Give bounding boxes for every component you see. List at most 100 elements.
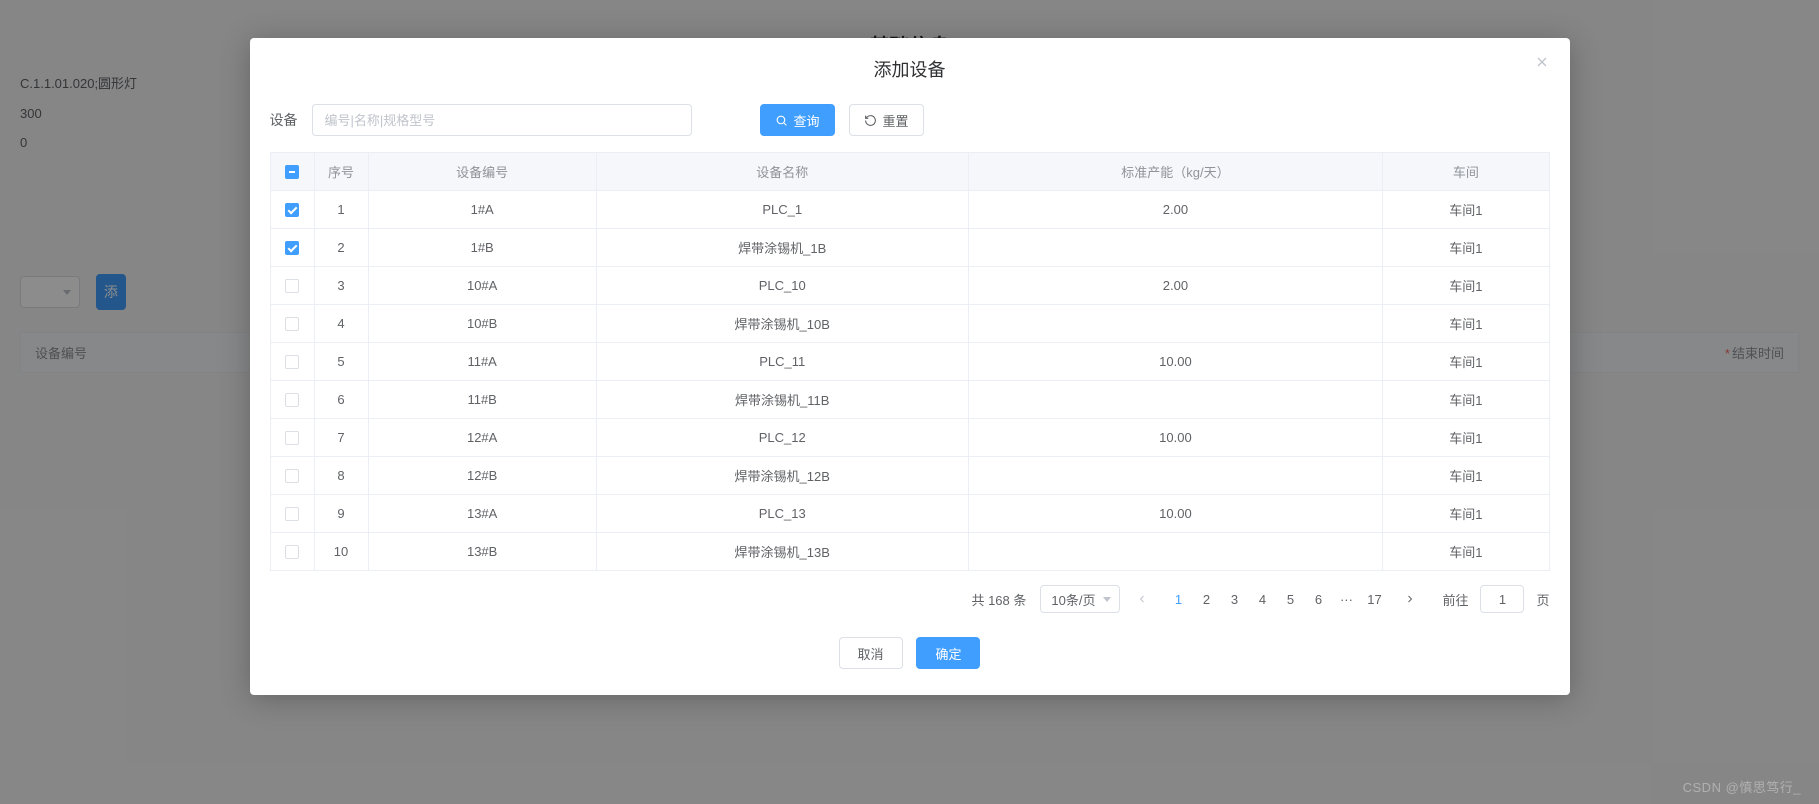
table-row[interactable]: 11#APLC_12.00车间1	[270, 191, 1549, 229]
search-input[interactable]	[312, 104, 692, 136]
cell-name: 焊带涂锡机_10B	[596, 305, 968, 343]
refresh-icon	[864, 114, 877, 127]
search-icon	[775, 114, 788, 127]
pagination-page[interactable]: 3	[1220, 585, 1248, 613]
row-checkbox[interactable]	[285, 431, 299, 445]
row-checkbox[interactable]	[285, 317, 299, 331]
table-row[interactable]: 21#B焊带涂锡机_1B车间1	[270, 229, 1549, 267]
cell-capacity: 2.00	[968, 267, 1383, 305]
reset-button[interactable]: 重置	[849, 104, 924, 136]
cell-capacity	[968, 305, 1383, 343]
header-capacity: 标准产能（kg/天）	[968, 153, 1383, 191]
cell-code: 11#B	[368, 381, 596, 419]
pagination-next[interactable]	[1396, 585, 1424, 613]
pagination-page[interactable]: 17	[1360, 585, 1388, 613]
search-label: 设备	[270, 110, 298, 130]
add-device-modal: 添加设备 设备 查询 重置	[250, 38, 1570, 695]
cell-code: 1#A	[368, 191, 596, 229]
cell-seq: 1	[314, 191, 368, 229]
cell-capacity: 2.00	[968, 191, 1383, 229]
cell-workshop: 车间1	[1383, 191, 1549, 229]
cancel-button-label: 取消	[858, 644, 884, 663]
cell-workshop: 车间1	[1383, 267, 1549, 305]
cell-seq: 9	[314, 495, 368, 533]
row-checkbox[interactable]	[285, 469, 299, 483]
pagination-ellipsis[interactable]: ···	[1332, 585, 1360, 613]
table-row[interactable]: 511#APLC_1110.00车间1	[270, 343, 1549, 381]
cell-code: 13#A	[368, 495, 596, 533]
cell-code: 11#A	[368, 343, 596, 381]
cell-workshop: 车间1	[1383, 457, 1549, 495]
cell-capacity	[968, 457, 1383, 495]
confirm-button-label: 确定	[935, 644, 961, 663]
cell-seq: 10	[314, 533, 368, 571]
header-code: 设备编号	[368, 153, 596, 191]
table-row[interactable]: 812#B焊带涂锡机_12B车间1	[270, 457, 1549, 495]
cell-capacity	[968, 381, 1383, 419]
page-size-label: 10条/页	[1051, 590, 1095, 609]
pagination-prev[interactable]	[1128, 585, 1156, 613]
modal-header: 添加设备	[250, 38, 1570, 94]
cell-capacity: 10.00	[968, 343, 1383, 381]
row-checkbox[interactable]	[285, 279, 299, 293]
cell-code: 12#A	[368, 419, 596, 457]
jump-page-input[interactable]	[1480, 585, 1524, 613]
cell-workshop: 车间1	[1383, 533, 1549, 571]
row-checkbox[interactable]	[285, 507, 299, 521]
modal-body: 设备 查询 重置 序号	[250, 94, 1570, 613]
table-row[interactable]: 410#B焊带涂锡机_10B车间1	[270, 305, 1549, 343]
pagination: 共 168 条 10条/页 123456···17 前往 页	[270, 585, 1550, 613]
reset-button-label: 重置	[883, 111, 909, 130]
query-button[interactable]: 查询	[760, 104, 835, 136]
pagination-page[interactable]: 2	[1192, 585, 1220, 613]
pagination-page[interactable]: 4	[1248, 585, 1276, 613]
header-seq: 序号	[314, 153, 368, 191]
cell-seq: 6	[314, 381, 368, 419]
cell-name: PLC_12	[596, 419, 968, 457]
pagination-page[interactable]: 5	[1276, 585, 1304, 613]
cell-name: 焊带涂锡机_1B	[596, 229, 968, 267]
cell-seq: 2	[314, 229, 368, 267]
query-button-label: 查询	[794, 111, 820, 130]
table-header-row: 序号 设备编号 设备名称 标准产能（kg/天） 车间	[270, 153, 1549, 191]
cell-name: 焊带涂锡机_11B	[596, 381, 968, 419]
row-checkbox[interactable]	[285, 241, 299, 255]
pagination-page[interactable]: 1	[1164, 585, 1192, 613]
table-row[interactable]: 712#APLC_1210.00车间1	[270, 419, 1549, 457]
cell-name: PLC_11	[596, 343, 968, 381]
table-row[interactable]: 913#APLC_1310.00车间1	[270, 495, 1549, 533]
row-checkbox[interactable]	[285, 545, 299, 559]
cell-seq: 3	[314, 267, 368, 305]
select-all-checkbox[interactable]	[285, 165, 299, 179]
cell-name: PLC_10	[596, 267, 968, 305]
row-checkbox[interactable]	[285, 203, 299, 217]
row-checkbox[interactable]	[285, 355, 299, 369]
table-row[interactable]: 310#APLC_102.00车间1	[270, 267, 1549, 305]
table-row[interactable]: 611#B焊带涂锡机_11B车间1	[270, 381, 1549, 419]
search-bar: 设备 查询 重置	[270, 104, 1550, 136]
pagination-total: 共 168 条	[971, 590, 1026, 609]
cell-name: 焊带涂锡机_12B	[596, 457, 968, 495]
row-checkbox[interactable]	[285, 393, 299, 407]
cell-capacity: 10.00	[968, 419, 1383, 457]
cell-name: PLC_13	[596, 495, 968, 533]
jump-prefix: 前往	[1442, 590, 1468, 609]
cell-code: 12#B	[368, 457, 596, 495]
cell-workshop: 车间1	[1383, 419, 1549, 457]
watermark: CSDN @慎思笃行_	[1683, 777, 1801, 796]
confirm-button[interactable]: 确定	[916, 637, 980, 669]
header-name: 设备名称	[596, 153, 968, 191]
cell-seq: 4	[314, 305, 368, 343]
cell-workshop: 车间1	[1383, 343, 1549, 381]
modal-title: 添加设备	[874, 60, 946, 80]
cell-code: 1#B	[368, 229, 596, 267]
cell-seq: 7	[314, 419, 368, 457]
close-icon[interactable]	[1532, 54, 1552, 74]
pagination-page[interactable]: 6	[1304, 585, 1332, 613]
cancel-button[interactable]: 取消	[839, 637, 903, 669]
cell-code: 10#A	[368, 267, 596, 305]
page-size-select[interactable]: 10条/页	[1040, 585, 1120, 613]
cell-code: 13#B	[368, 533, 596, 571]
table-row[interactable]: 1013#B焊带涂锡机_13B车间1	[270, 533, 1549, 571]
cell-capacity: 10.00	[968, 495, 1383, 533]
